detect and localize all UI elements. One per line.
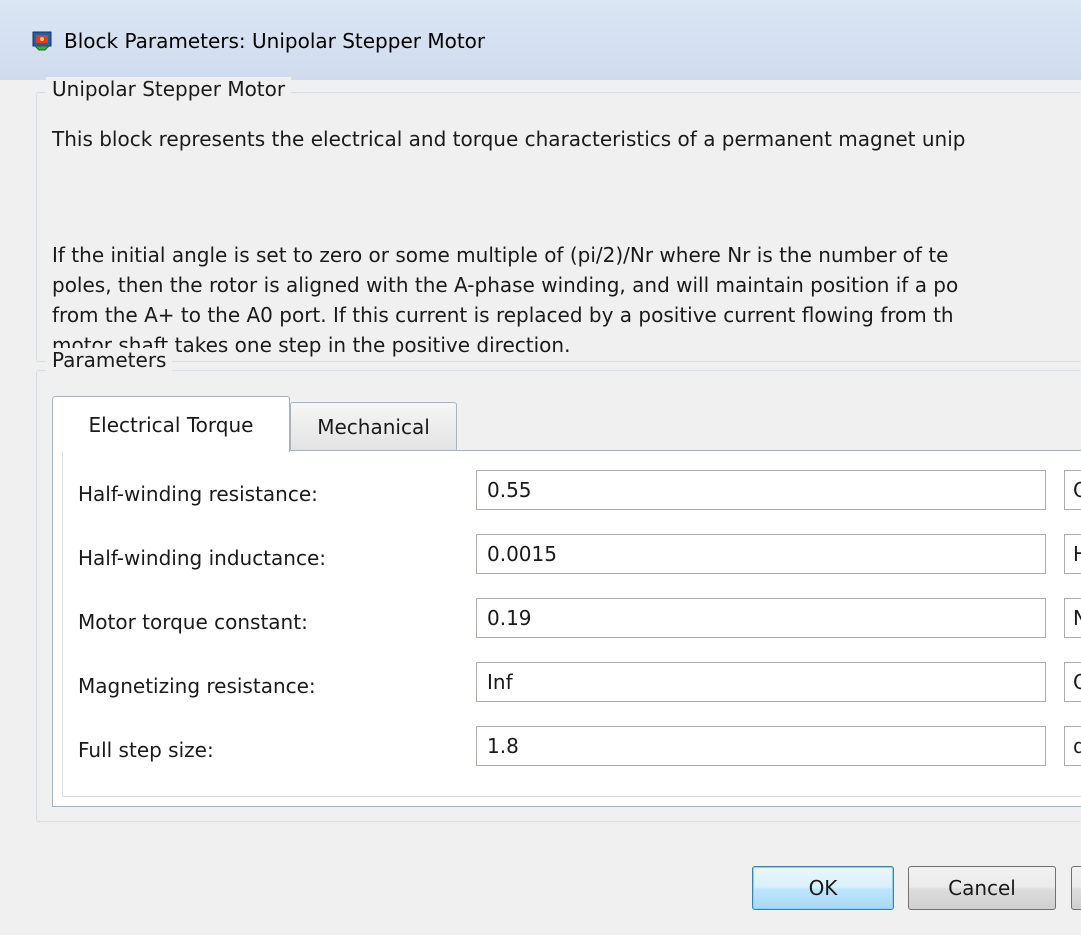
description-line: motor shaft takes one step in the positi… bbox=[52, 333, 571, 357]
half-winding-inductance-label: Half-winding inductance: bbox=[78, 546, 326, 570]
magnetizing-resistance-unit[interactable]: O bbox=[1064, 662, 1081, 702]
simulink-block-icon bbox=[32, 31, 52, 51]
description-group-title: Unipolar Stepper Motor bbox=[46, 77, 292, 101]
help-button[interactable] bbox=[1071, 866, 1081, 910]
tab-mechanical[interactable]: Mechanical bbox=[290, 402, 457, 450]
motor-torque-constant-label: Motor torque constant: bbox=[78, 610, 308, 634]
description-line: This block represents the electrical and… bbox=[52, 127, 966, 151]
tab-electrical-torque[interactable]: Electrical Torque bbox=[52, 396, 290, 452]
half-winding-inductance-input[interactable]: 0.0015 bbox=[476, 534, 1046, 574]
description-line: If the initial angle is set to zero or s… bbox=[52, 243, 949, 267]
half-winding-inductance-unit[interactable]: H bbox=[1064, 534, 1081, 574]
half-winding-resistance-input[interactable]: 0.55 bbox=[476, 470, 1046, 510]
title-bar[interactable]: Block Parameters: Unipolar Stepper Motor bbox=[0, 0, 1081, 81]
dialog-window: Block Parameters: Unipolar Stepper Motor… bbox=[0, 0, 1081, 935]
half-winding-resistance-label: Half-winding resistance: bbox=[78, 482, 318, 506]
full-step-size-label: Full step size: bbox=[78, 738, 214, 762]
half-winding-resistance-unit[interactable]: O bbox=[1064, 470, 1081, 510]
ok-button[interactable]: OK bbox=[752, 866, 894, 910]
magnetizing-resistance-label: Magnetizing resistance: bbox=[78, 674, 316, 698]
full-step-size-input[interactable]: 1.8 bbox=[476, 726, 1046, 766]
description-paragraph: If the initial angle is set to zero or s… bbox=[52, 240, 958, 360]
magnetizing-resistance-input[interactable]: Inf bbox=[476, 662, 1046, 702]
description-line: from the A+ to the A0 port. If this curr… bbox=[52, 303, 954, 327]
full-step-size-unit[interactable]: d bbox=[1064, 726, 1081, 766]
motor-torque-constant-input[interactable]: 0.19 bbox=[476, 598, 1046, 638]
parameters-group-title: Parameters bbox=[46, 348, 173, 372]
description-line: poles, then the rotor is aligned with th… bbox=[52, 273, 959, 297]
cancel-button[interactable]: Cancel bbox=[908, 866, 1056, 910]
dialog-client-area: Unipolar Stepper Motor This block repres… bbox=[0, 77, 1081, 935]
motor-torque-constant-unit[interactable]: N bbox=[1064, 598, 1081, 638]
window-title: Block Parameters: Unipolar Stepper Motor bbox=[64, 29, 486, 53]
